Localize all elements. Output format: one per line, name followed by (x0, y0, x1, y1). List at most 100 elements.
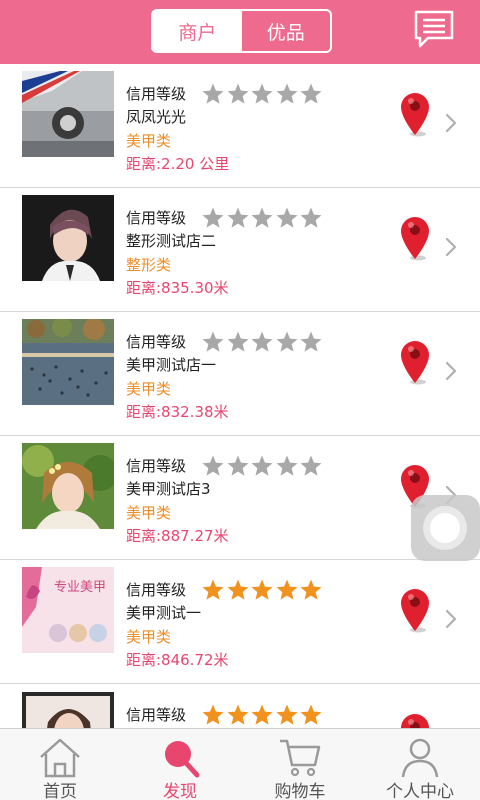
shop-row[interactable]: 信用等级 (0, 685, 480, 728)
shop-distance: 距离:835.30米 (126, 279, 229, 297)
user-icon (401, 738, 439, 778)
shop-name: 美甲测试店一 (126, 356, 217, 374)
map-pin-icon[interactable] (398, 91, 432, 137)
star-icon (202, 704, 224, 725)
star-icon (251, 207, 273, 228)
tab-merchants[interactable]: 商户 (153, 11, 242, 51)
star-icon (251, 83, 273, 104)
credit-label: 信用等级 (126, 457, 187, 475)
star-icon (300, 83, 322, 104)
map-pin-icon[interactable] (398, 215, 432, 261)
shop-thumbnail (22, 195, 114, 281)
star-icon (276, 207, 297, 228)
tab-cart[interactable]: 购物车 (240, 729, 360, 800)
shop-name: 美甲测试一 (126, 604, 202, 622)
segment-control: 商户 优品 (151, 9, 332, 53)
tab-products[interactable]: 优品 (242, 11, 331, 51)
tab-label: 购物车 (274, 782, 326, 800)
shop-thumbnail (22, 692, 114, 728)
shop-distance: 距离:2.20 公里 (126, 155, 230, 173)
star-icon (227, 83, 248, 104)
shop-distance: 距离:846.72米 (126, 651, 229, 669)
shop-name: 美甲测试店3 (126, 480, 211, 498)
shop-row[interactable]: 信用等级 美甲测试店3 美甲类 距离:887.27米 (0, 436, 480, 560)
shop-thumbnail (22, 319, 114, 405)
chevron-right-icon (444, 112, 458, 134)
home-icon (40, 738, 80, 778)
credit-label: 信用等级 (126, 209, 187, 227)
star-icon (251, 704, 273, 725)
cart-icon (280, 739, 321, 777)
rating-stars (201, 454, 324, 478)
shop-row[interactable]: 信用等级 美甲测试店一 美甲类 距离:832.38米 (0, 312, 480, 436)
tab-label: 个人中心 (386, 782, 454, 800)
shop-list[interactable]: 信用等级 凤凤光光 美甲类 距离:2.20 公里 信用等级 整形测试店二 整形类… (0, 64, 480, 728)
star-icon (227, 331, 248, 352)
rating-stars (201, 82, 324, 106)
top-bar: 商户 优品 (0, 0, 480, 64)
star-icon (300, 207, 322, 228)
bottom-tab-bar: 首页 发现 购物车 个人中心 (0, 728, 480, 800)
shop-row[interactable]: 信用等级 整形测试店二 整形类 距离:835.30米 (0, 188, 480, 312)
star-icon (276, 331, 297, 352)
tab-label: 发现 (163, 782, 197, 800)
star-icon (276, 704, 297, 725)
shop-category: 美甲类 (126, 380, 172, 398)
chevron-right-icon (444, 236, 458, 258)
star-icon (300, 455, 322, 476)
shop-distance: 距离:887.27米 (126, 527, 229, 545)
thumbnail-text: 专业美甲 (54, 580, 106, 595)
assistive-touch-center (430, 513, 460, 543)
discover-search-icon (165, 741, 200, 778)
star-icon (251, 331, 273, 352)
tab-profile[interactable]: 个人中心 (360, 729, 480, 800)
shop-category: 美甲类 (126, 628, 172, 646)
shop-distance: 距离:832.38米 (126, 403, 229, 421)
tab-label: 首页 (43, 782, 77, 800)
assistive-touch-button[interactable] (411, 495, 480, 561)
rating-stars (201, 330, 324, 354)
shop-thumbnail (22, 443, 114, 529)
rating-stars (201, 206, 324, 230)
map-pin-icon[interactable] (398, 712, 432, 728)
shop-name: 凤凤光光 (126, 108, 187, 126)
chevron-right-icon (444, 608, 458, 630)
shop-row[interactable]: 专业美甲 信用等级 美甲测试一 美甲类 距离:846.72米 (0, 560, 480, 684)
star-icon (251, 579, 273, 600)
star-icon (227, 207, 248, 228)
star-icon (202, 331, 224, 352)
star-icon (202, 83, 224, 104)
star-icon (300, 704, 322, 725)
shop-row[interactable]: 信用等级 凤凤光光 美甲类 距离:2.20 公里 (0, 64, 480, 188)
star-icon (202, 455, 224, 476)
star-icon (202, 207, 224, 228)
star-icon (227, 704, 248, 725)
credit-label: 信用等级 (126, 706, 187, 724)
chevron-right-icon (444, 360, 458, 382)
credit-label: 信用等级 (126, 85, 187, 103)
star-icon (227, 455, 248, 476)
shop-thumbnail (22, 71, 114, 157)
star-icon (300, 579, 322, 600)
shop-name: 整形测试店二 (126, 232, 217, 250)
shop-category: 美甲类 (126, 132, 172, 150)
shop-category: 美甲类 (126, 504, 172, 522)
credit-label: 信用等级 (126, 333, 187, 351)
credit-label: 信用等级 (126, 581, 187, 599)
message-icon[interactable] (412, 8, 456, 52)
star-icon (276, 455, 297, 476)
star-icon (227, 579, 248, 600)
map-pin-icon[interactable] (398, 587, 432, 633)
tab-home[interactable]: 首页 (0, 729, 120, 800)
star-icon (251, 455, 273, 476)
tab-discover[interactable]: 发现 (120, 729, 240, 800)
rating-stars (201, 578, 324, 602)
rating-stars (201, 703, 324, 727)
star-icon (276, 83, 297, 104)
map-pin-icon[interactable] (398, 339, 432, 385)
star-icon (300, 331, 322, 352)
shop-thumbnail: 专业美甲 (22, 567, 114, 653)
star-icon (276, 579, 297, 600)
star-icon (202, 579, 224, 600)
shop-category: 整形类 (126, 256, 172, 274)
